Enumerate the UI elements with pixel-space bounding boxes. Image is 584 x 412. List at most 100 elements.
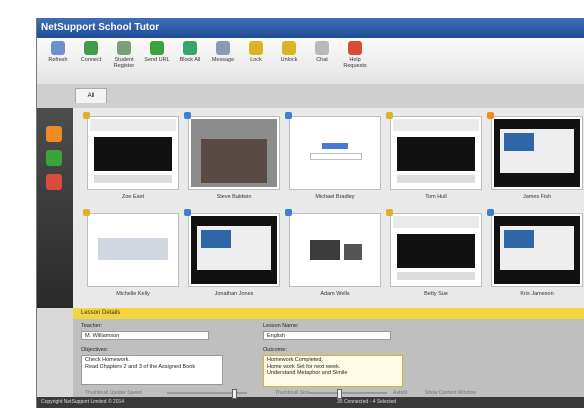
lesson-details-header[interactable]: Lesson Details bbox=[73, 308, 584, 319]
student-name: James Fish bbox=[522, 194, 552, 200]
toolbar-label: Lock bbox=[250, 57, 262, 63]
student-status-icon bbox=[487, 209, 494, 216]
student-name: Steve Baldwin bbox=[216, 194, 252, 200]
toolbar-label: Unlock bbox=[280, 57, 298, 63]
unlock-icon bbox=[282, 41, 296, 55]
toolbar-label: Send URL bbox=[144, 57, 170, 63]
toolbar-label: Refresh bbox=[48, 57, 68, 63]
objective-line: Read Chapters 2 and 3 of the Assigned Bo… bbox=[85, 363, 196, 370]
tab-all[interactable]: All bbox=[75, 88, 107, 103]
student-name: Jonathan Jones bbox=[214, 291, 254, 297]
student-status-icon bbox=[285, 112, 292, 119]
student-status-icon bbox=[184, 112, 191, 119]
student-screen-preview bbox=[289, 213, 381, 287]
students-view-icon[interactable] bbox=[46, 126, 62, 142]
student-name: Betty Sue bbox=[424, 291, 448, 297]
toolbar-label: Student Register bbox=[113, 57, 135, 69]
outcomes-field[interactable]: Homework Completed. Home work Set for ne… bbox=[263, 355, 403, 387]
student-screen-preview bbox=[87, 116, 179, 190]
toolbar-label: Chat bbox=[316, 57, 328, 63]
chat-icon bbox=[315, 41, 329, 55]
thumb-speed-label: Thumbnail Update Speed bbox=[85, 390, 142, 396]
web-icon[interactable] bbox=[46, 150, 62, 166]
thumb-size-slider[interactable] bbox=[307, 389, 387, 399]
student-status-icon bbox=[487, 112, 494, 119]
student-screen-preview bbox=[390, 116, 482, 190]
toolbar-chat-button[interactable]: Chat bbox=[305, 41, 339, 63]
status-bar: Copyright NetSupport Limited © 2014 Thum… bbox=[37, 389, 584, 408]
sidebar bbox=[37, 108, 73, 308]
student-thumbnail-grid: Zoe East Steve Baldwin Michael Bradley Tom … bbox=[73, 108, 584, 308]
student-name: Michael Bradley bbox=[315, 194, 355, 200]
objectives-label: Objectives: bbox=[81, 347, 109, 353]
student-thumbnail[interactable]: Tom Hull bbox=[386, 112, 482, 208]
teacher-field[interactable]: M. Williamson bbox=[81, 331, 209, 340]
toolbar-label: Block All bbox=[179, 57, 201, 63]
connected-count: 35 Connected - 4 Selected bbox=[337, 399, 397, 405]
student-name: Michelle Kelly bbox=[116, 291, 150, 297]
student-name: Zoe East bbox=[121, 194, 144, 200]
toolbar-send-url-button[interactable]: Send URL bbox=[140, 41, 174, 63]
lock-icon bbox=[249, 41, 263, 55]
student-thumbnail[interactable]: Jonathan Jones bbox=[184, 209, 280, 305]
register-icon bbox=[117, 41, 131, 55]
student-screen-preview bbox=[289, 116, 381, 190]
student-thumbnail[interactable]: Adam Wells bbox=[285, 209, 381, 305]
outcomes-label: Outcome: bbox=[263, 347, 287, 353]
lesson-details-panel: Teacher: M. Williamson Lesson Name: Engl… bbox=[73, 319, 584, 397]
lesson-name-label: Lesson Name: bbox=[263, 323, 299, 329]
student-screen-preview bbox=[390, 213, 482, 287]
message-icon bbox=[216, 41, 230, 55]
send-url-icon bbox=[150, 41, 164, 55]
show-content-label[interactable]: Show Content Window bbox=[425, 388, 476, 399]
toolbar-lock-button[interactable]: Lock bbox=[239, 41, 273, 63]
student-screen-preview bbox=[87, 213, 179, 287]
student-screen-preview bbox=[188, 213, 280, 287]
thumb-speed-slider[interactable] bbox=[167, 389, 247, 399]
toolbar-block-all-button[interactable]: Block All bbox=[173, 41, 207, 63]
toolbar-message-button[interactable]: Message bbox=[206, 41, 240, 63]
student-name: Kris Jameson bbox=[520, 291, 554, 297]
refresh-icon bbox=[51, 41, 65, 55]
toolbar: Refresh Connect Student Register Send URL Bl… bbox=[37, 38, 584, 85]
student-screen-preview bbox=[491, 116, 583, 190]
teacher-label: Teacher: bbox=[81, 323, 103, 329]
student-screen-preview bbox=[491, 213, 583, 287]
student-thumbnail[interactable]: Betty Sue bbox=[386, 209, 482, 305]
apps-icon[interactable] bbox=[46, 174, 62, 190]
toolbar-label: Message bbox=[211, 57, 235, 63]
help-icon bbox=[348, 41, 362, 55]
student-name: Adam Wells bbox=[320, 291, 350, 297]
connect-icon bbox=[84, 41, 98, 55]
thumb-speed-knob[interactable] bbox=[232, 389, 237, 399]
toolbar-help-button[interactable]: Help Requests bbox=[338, 41, 372, 69]
student-thumbnail[interactable]: James Fish bbox=[487, 112, 583, 208]
student-screen-preview bbox=[188, 116, 280, 190]
student-thumbnail[interactable]: Kris Jameson bbox=[487, 209, 583, 305]
tab-bar bbox=[37, 84, 584, 108]
student-status-icon bbox=[184, 209, 191, 216]
toolbar-label: Connect bbox=[80, 57, 102, 63]
student-status-icon bbox=[83, 112, 90, 119]
student-thumbnail[interactable]: Zoe East bbox=[83, 112, 179, 208]
lesson-details-title: Lesson Details bbox=[81, 310, 121, 316]
student-name: Tom Hull bbox=[425, 194, 447, 200]
tutor-window: NetSupport School Tutor Refresh Connect St… bbox=[36, 18, 584, 408]
thumb-size-label: Thumbnail Size bbox=[275, 390, 310, 396]
student-thumbnail[interactable]: Michael Bradley bbox=[285, 112, 381, 208]
student-status-icon bbox=[386, 112, 393, 119]
student-thumbnail[interactable]: Steve Baldwin bbox=[184, 112, 280, 208]
toolbar-label: Help Requests bbox=[343, 57, 367, 69]
student-status-icon bbox=[386, 209, 393, 216]
lesson-name-field[interactable]: English bbox=[263, 331, 391, 340]
toolbar-register-button[interactable]: Student Register bbox=[107, 41, 141, 69]
student-status-icon bbox=[83, 209, 90, 216]
toolbar-connect-button[interactable]: Connect bbox=[74, 41, 108, 63]
toolbar-refresh-button[interactable]: Refresh bbox=[41, 41, 75, 63]
block-all-icon bbox=[183, 41, 197, 55]
objectives-field[interactable]: Check Homework. Read Chapters 2 and 3 of… bbox=[81, 355, 223, 385]
student-thumbnail[interactable]: Michelle Kelly bbox=[83, 209, 179, 305]
student-status-icon bbox=[285, 209, 292, 216]
window-title: NetSupport School Tutor bbox=[37, 18, 584, 38]
toolbar-unlock-button[interactable]: Unlock bbox=[272, 41, 306, 63]
